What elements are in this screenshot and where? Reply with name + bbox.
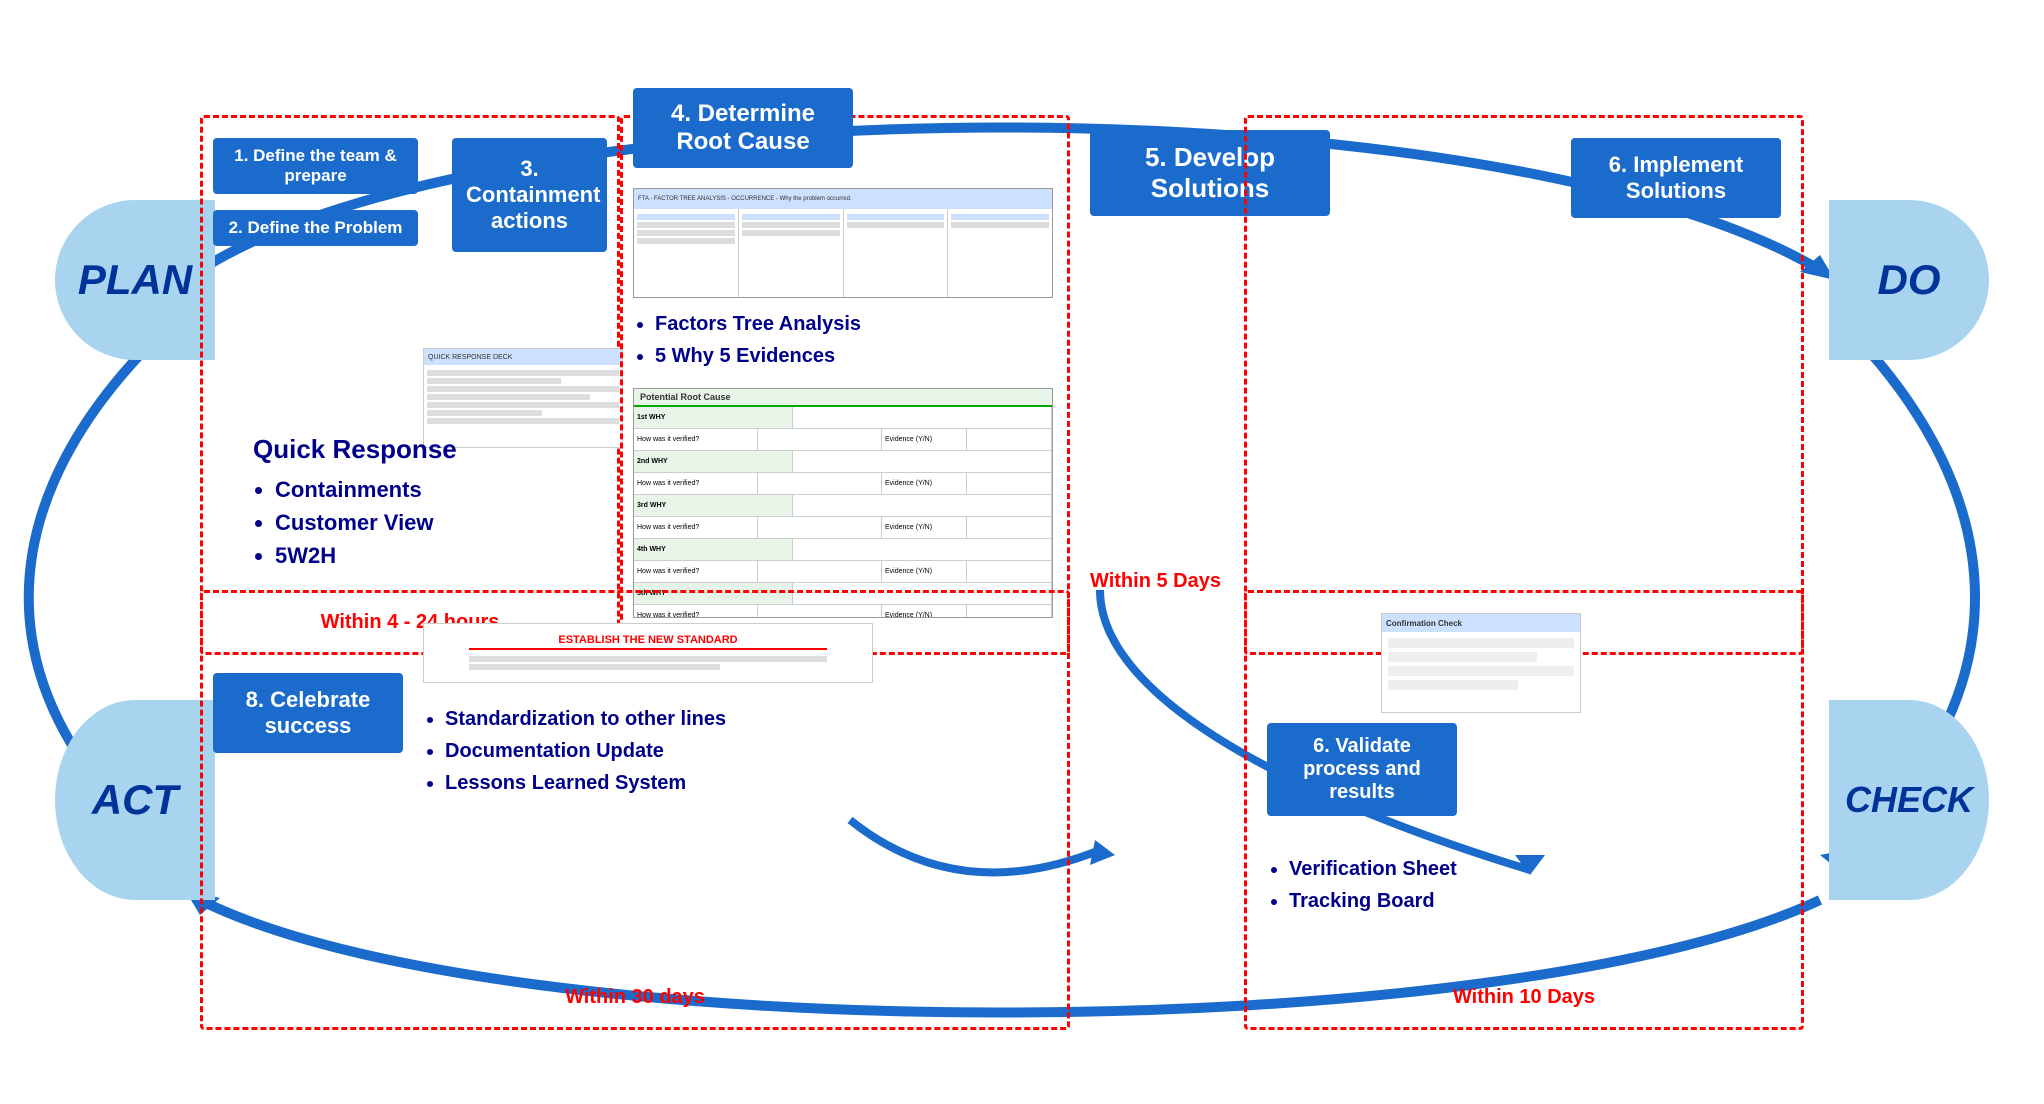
- rc-item-2: 5 Why 5 Evidences: [655, 340, 861, 372]
- validate-item-2: Tracking Board: [1289, 885, 1457, 917]
- std-doc: ESTABLISH THE NEW STANDARD: [423, 623, 873, 683]
- std-item-2: Documentation Update: [445, 735, 726, 767]
- fta-doc-header: FTA - FACTOR TREE ANALYSIS - OCCURRENCE …: [634, 189, 1052, 209]
- plan-label: PLAN: [55, 200, 215, 360]
- implement-container: 6. Implement Solutions: [1244, 115, 1804, 655]
- step5-timing-text: Within 5 Days: [1090, 570, 1221, 593]
- step3-label: 3.Containmentactions: [466, 156, 600, 233]
- root-cause-bullet-list: Factors Tree Analysis 5 Why 5 Evidences: [633, 308, 861, 372]
- act-timing-text: Within 30 days: [565, 986, 705, 1008]
- plan-mini-doc: QUICK RESPONSE DECK: [423, 348, 623, 448]
- step5-timing: Within 5 Days: [1090, 570, 1221, 593]
- why-row-1: 1st WHY: [634, 407, 1052, 429]
- std-bullet-list: Standardization to other lines Documenta…: [423, 703, 726, 799]
- step2-box: 2. Define the Problem: [213, 210, 418, 246]
- validate-bullet-list: Verification Sheet Tracking Board: [1267, 853, 1457, 917]
- plan-container: 1. Define the team & prepare 2. Define t…: [200, 115, 620, 655]
- step2-label: 2. Define the Problem: [229, 218, 403, 237]
- step6-top-box: 6. Implement Solutions: [1571, 138, 1781, 218]
- std-doc-title: ESTABLISH THE NEW STANDARD: [469, 634, 827, 650]
- root-cause-container: 4. Determine Root Cause FTA - FACTOR TRE…: [620, 115, 1070, 655]
- why-row-4v: How was it verified? Evidence (Y/N): [634, 561, 1052, 583]
- qr-item-2: Customer View: [275, 506, 607, 539]
- confirm-doc-body: [1382, 632, 1580, 696]
- std-item-3: Lessons Learned System: [445, 767, 726, 799]
- step3-box: 3.Containmentactions: [452, 138, 607, 252]
- act-timing: Within 30 days: [203, 986, 1067, 1009]
- do-text: DO: [1878, 256, 1941, 304]
- qr-item-3: 5W2H: [275, 539, 607, 572]
- qr-item-1: Containments: [275, 473, 607, 506]
- why-doc: Potential Root Cause 1st WHY How was it …: [633, 388, 1053, 618]
- check-timing: Within 10 Days: [1247, 986, 1801, 1009]
- check-label: CHECK: [1829, 700, 1989, 900]
- step8-label: 8. Celebrate success: [246, 687, 371, 738]
- std-bullets: Standardization to other lines Documenta…: [423, 703, 726, 799]
- why-doc-header: Potential Root Cause: [634, 389, 1052, 407]
- main-container: PLAN DO CHECK ACT 1. Define the team & p…: [0, 0, 2044, 1104]
- step6-validate-label: 6. Validate process and results: [1303, 735, 1421, 803]
- why-row-1v: How was it verified? Evidence (Y/N): [634, 429, 1052, 451]
- check-timing-text: Within 10 Days: [1453, 986, 1595, 1008]
- check-container: Confirmation Check 6. Validate process a…: [1244, 590, 1804, 1030]
- why-row-4: 4th WHY: [634, 539, 1052, 561]
- step1-label: 1. Define the team & prepare: [234, 146, 397, 185]
- why-row-2v: How was it verified? Evidence (Y/N): [634, 473, 1052, 495]
- act-label: ACT: [55, 700, 215, 900]
- step4-box: 4. Determine Root Cause: [633, 88, 853, 168]
- step8-box: 8. Celebrate success: [213, 673, 403, 753]
- rc-item-1: Factors Tree Analysis: [655, 308, 861, 340]
- why-row-3v: How was it verified? Evidence (Y/N): [634, 517, 1052, 539]
- check-text: CHECK: [1845, 779, 1973, 821]
- validate-item-1: Verification Sheet: [1289, 853, 1457, 885]
- act-text: ACT: [92, 776, 178, 824]
- step4-label: 4. Determine Root Cause: [671, 100, 815, 155]
- quick-response-title: Quick Response: [253, 434, 607, 465]
- std-doc-lines: [469, 654, 827, 672]
- plan-mini-header: QUICK RESPONSE DECK: [424, 349, 622, 365]
- plan-mini-rows: [424, 365, 622, 429]
- validate-bullets: Verification Sheet Tracking Board: [1267, 853, 1457, 917]
- confirm-doc-header: Confirmation Check: [1382, 614, 1580, 632]
- fta-doc: FTA - FACTOR TREE ANALYSIS - OCCURRENCE …: [633, 188, 1053, 298]
- why-row-3: 3rd WHY: [634, 495, 1052, 517]
- act-container: 8. Celebrate success ESTABLISH THE NEW S…: [200, 590, 1070, 1030]
- why-row-2: 2nd WHY: [634, 451, 1052, 473]
- step1-box: 1. Define the team & prepare: [213, 138, 418, 194]
- plan-text: PLAN: [78, 256, 192, 304]
- root-cause-bullets: Factors Tree Analysis 5 Why 5 Evidences: [633, 308, 861, 372]
- quick-response-list: Containments Customer View 5W2H: [253, 473, 607, 572]
- quick-response-content: Quick Response Containments Customer Vie…: [253, 434, 607, 572]
- std-item-1: Standardization to other lines: [445, 703, 726, 735]
- confirm-doc: Confirmation Check: [1381, 613, 1581, 713]
- step6-top-label: 6. Implement Solutions: [1609, 152, 1743, 203]
- step6-validate-box: 6. Validate process and results: [1267, 723, 1457, 816]
- do-label: DO: [1829, 200, 1989, 360]
